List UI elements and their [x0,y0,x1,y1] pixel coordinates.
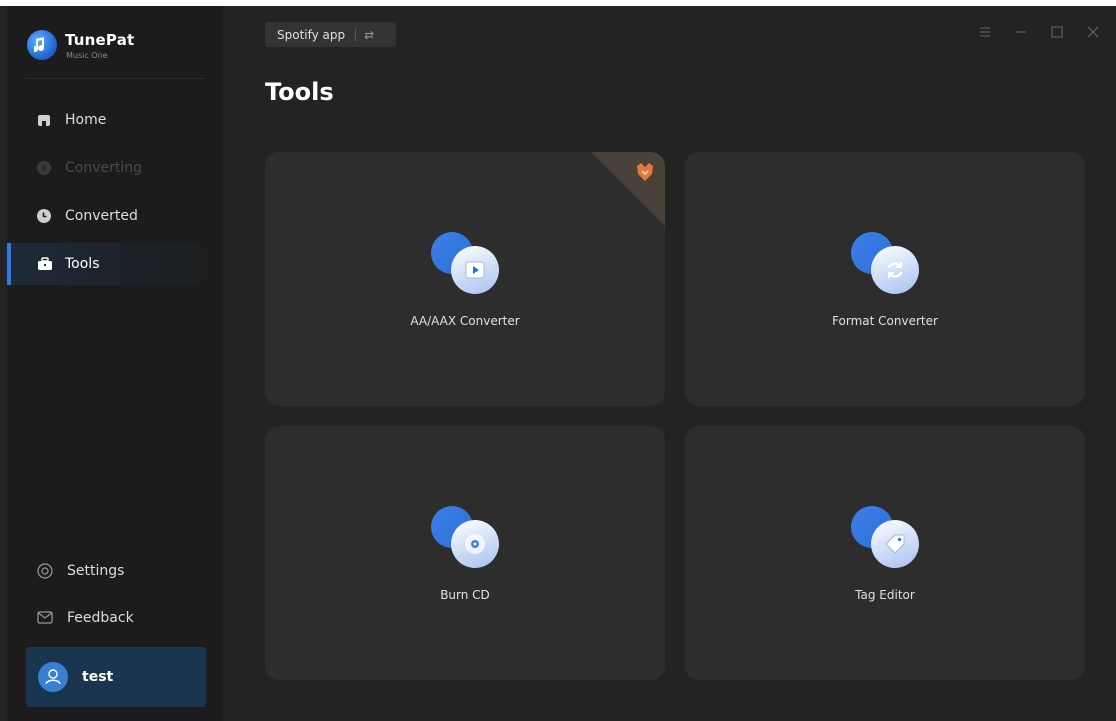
window-controls [978,24,1100,38]
menu-icon[interactable] [978,24,992,38]
brand-divider [25,78,205,79]
gear-icon [37,563,53,579]
page-title: Tools [265,78,334,106]
tool-card-label: AA/AAX Converter [410,314,520,328]
sidebar-item-converting[interactable]: Converting [7,147,223,189]
sidebar-item-settings[interactable]: Settings [7,550,223,592]
sidebar-item-label: Settings [67,563,125,579]
converting-icon [37,161,51,175]
tag-icon [851,506,921,572]
video-play-icon [431,232,501,298]
swap-icon: ⇄ [364,27,375,42]
avatar [38,662,68,692]
minimize-icon[interactable] [1014,24,1028,38]
sidebar-item-label: Tools [65,256,100,272]
app-window: TunePat Music One Home Converting Conver… [0,0,1116,721]
sidebar-item-feedback[interactable]: Feedback [7,597,223,639]
tunepat-logo-icon [27,30,57,60]
disc-icon [431,506,501,572]
clock-icon [37,209,51,223]
sidebar-item-tools[interactable]: Tools [7,243,223,285]
tool-card-format-converter[interactable]: Format Converter [685,152,1085,406]
maximize-icon[interactable] [1050,24,1064,38]
user-account-button[interactable]: test [26,647,206,707]
sidebar-item-label: Feedback [67,610,134,626]
tool-card-aa-aax-converter[interactable]: AA/AAX Converter [265,152,665,406]
sidebar-item-home[interactable]: Home [7,99,223,141]
user-name: test [82,669,114,685]
close-icon[interactable] [1086,24,1100,38]
user-icon [45,669,61,685]
tool-card-tag-editor[interactable]: Tag Editor [685,426,1085,680]
tool-card-label: Format Converter [832,314,938,328]
sidebar: TunePat Music One Home Converting Conver… [7,6,223,721]
sidebar-item-label: Converted [65,208,138,224]
home-icon [37,113,51,127]
source-switch-button[interactable]: Spotify app ⇄ [265,22,396,47]
brand: TunePat Music One [27,26,207,66]
source-label: Spotify app [277,27,346,42]
mail-icon [37,611,53,625]
toolbox-icon [37,257,52,271]
sidebar-item-label: Converting [65,160,143,176]
divider [355,28,357,41]
tool-card-burn-cd[interactable]: Burn CD [265,426,665,680]
sidebar-item-converted[interactable]: Converted [7,195,223,237]
brand-name: TunePat [65,31,135,49]
refresh-icon [851,232,921,298]
brand-subtitle: Music One [66,51,108,60]
fox-pro-badge-icon [633,160,657,188]
tool-card-label: Burn CD [440,588,490,602]
tool-card-label: Tag Editor [855,588,915,602]
sidebar-item-label: Home [65,112,107,128]
